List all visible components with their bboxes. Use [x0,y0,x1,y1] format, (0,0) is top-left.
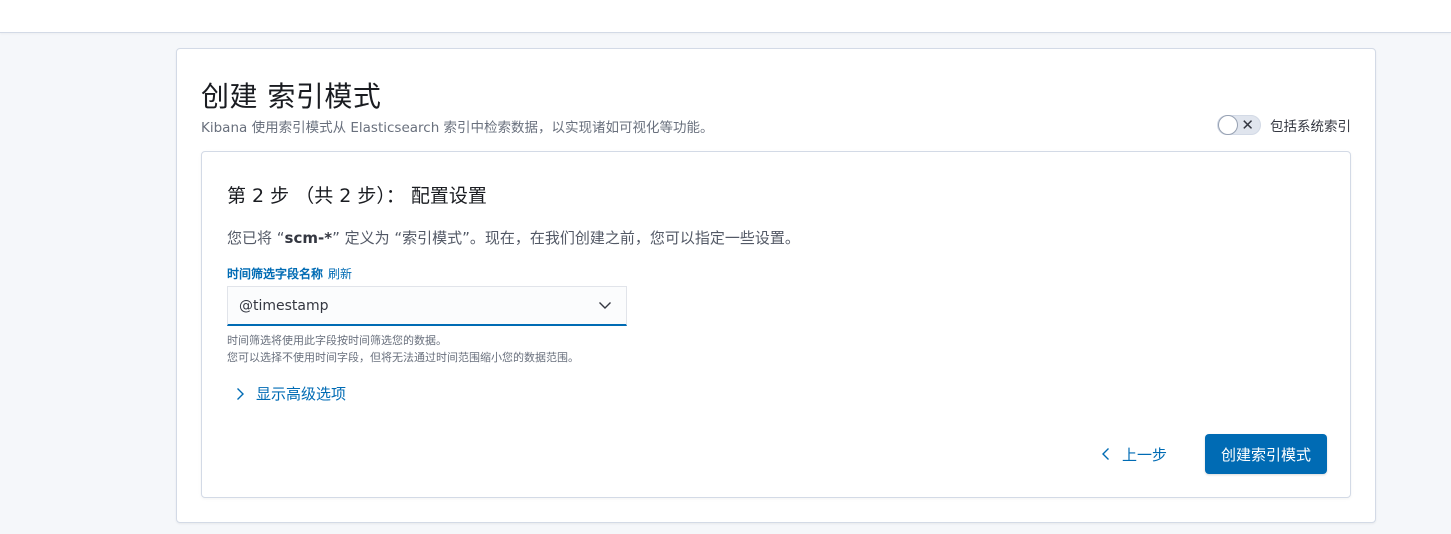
back-button[interactable]: 上一步 [1100,434,1167,474]
step-panel: 第 2 步 （共 2 步）： 配置设置 您已将 “scm-*” 定义为 “索引模… [201,151,1351,498]
show-advanced-options-label: 显示高级选项 [256,385,347,403]
back-button-label: 上一步 [1122,445,1168,464]
chevron-right-icon [234,387,246,401]
desc-suffix: ” 定义为 “索引模式”。现在，在我们创建之前，您可以指定一些设置。 [332,229,800,247]
time-field-select[interactable]: @timestamp [227,286,627,326]
show-advanced-options-button[interactable]: 显示高级选项 [234,383,346,404]
chevron-left-icon [1100,447,1112,461]
step-description: 您已将 “scm-*” 定义为 “索引模式”。现在，在我们创建之前，您可以指定一… [227,227,800,248]
index-pattern-name: scm-* [284,229,333,247]
page-subtitle: Kibana 使用索引模式从 Elasticsearch 索引中检索数据，以实现… [201,120,714,136]
include-system-indices-toggle[interactable]: ✕ 包括系统索引 [1217,115,1351,135]
help-line-1: 时间筛选将使用此字段按时间筛选您的数据。 [227,334,447,347]
refresh-link[interactable]: 刷新 [328,265,352,282]
time-field-label-row: 时间筛选字段名称 刷新 [227,265,352,282]
create-index-pattern-panel: 创建 索引模式 Kibana 使用索引模式从 Elasticsearch 索引中… [176,48,1376,523]
page-title: 创建 索引模式 [201,80,382,113]
include-system-indices-label: 包括系统索引 [1270,119,1351,135]
toggle-switch[interactable]: ✕ [1217,115,1261,135]
time-field-help-text: 时间筛选将使用此字段按时间筛选您的数据。 您可以选择不使用时间字段，但将无法通过… [227,332,579,366]
time-field-label: 时间筛选字段名称 [227,267,324,281]
desc-prefix: 您已将 “ [227,229,285,247]
create-index-pattern-button[interactable]: 创建索引模式 [1205,434,1327,474]
step-title: 第 2 步 （共 2 步）： 配置设置 [227,185,487,207]
top-nav-bar [0,0,1451,33]
toggle-knob [1218,115,1238,135]
cross-icon: ✕ [1241,116,1254,134]
help-line-2: 您可以选择不使用时间字段，但将无法通过时间范围缩小您的数据范围。 [227,351,579,364]
time-field-select-value: @timestamp [239,297,329,314]
chevron-down-icon [598,298,612,312]
